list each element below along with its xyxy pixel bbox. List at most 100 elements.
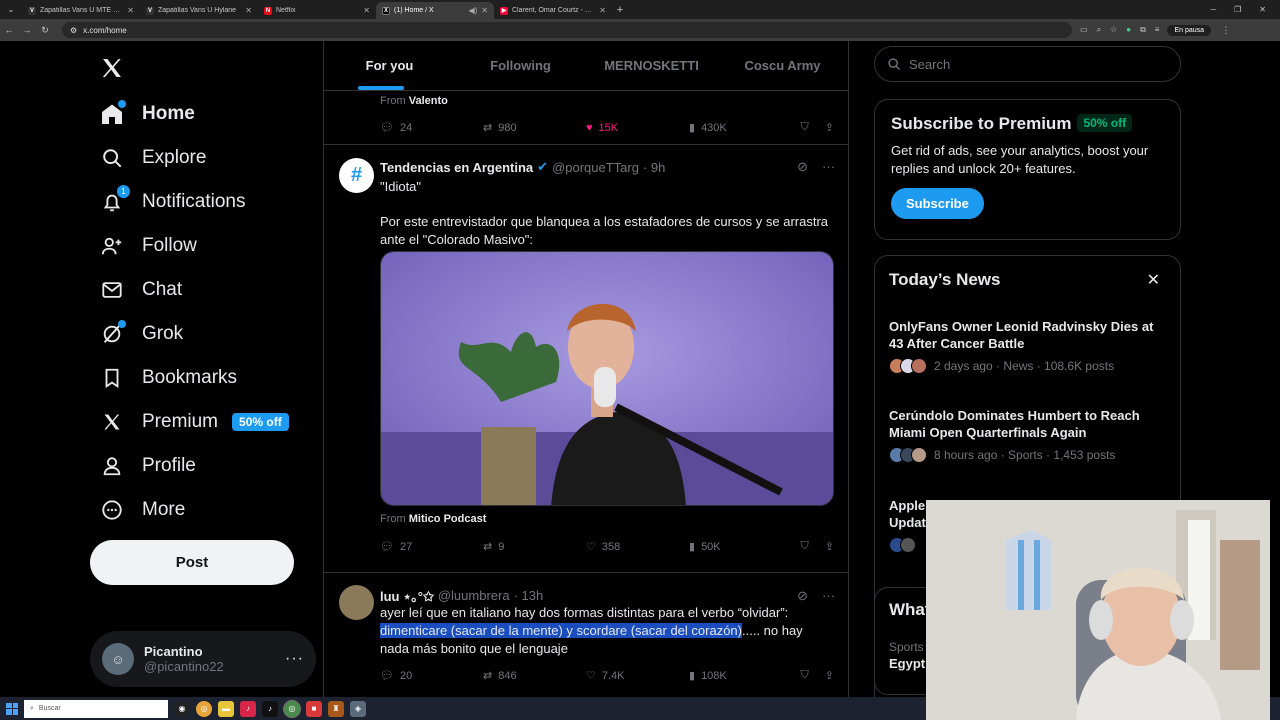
- restore-icon[interactable]: ❐: [1234, 5, 1241, 14]
- bookmark-icon[interactable]: ⛉: [801, 540, 809, 553]
- close-icon[interactable]: ✕: [1147, 270, 1160, 290]
- subscribe-button[interactable]: Subscribe: [891, 188, 984, 219]
- grok-icon[interactable]: ⊘: [797, 159, 808, 175]
- minimize-icon[interactable]: ─: [1210, 5, 1216, 14]
- views-button[interactable]: ▮ 108K: [689, 669, 792, 683]
- tweet-video[interactable]: [380, 251, 834, 506]
- share-icon[interactable]: ⇪: [825, 540, 834, 553]
- like-button[interactable]: ♥ 15K: [586, 122, 689, 134]
- reply-button[interactable]: 💬︎ 24: [380, 121, 483, 135]
- bookmark-icon[interactable]: ⛉: [801, 669, 809, 682]
- chrome-icon[interactable]: ◎: [283, 699, 301, 718]
- close-icon[interactable]: ✕: [363, 6, 370, 15]
- cast-icon[interactable]: ▭: [1080, 25, 1088, 35]
- browser-tab[interactable]: ▶ Clarent, Omar Courtz - Scat Pack ✕: [494, 2, 612, 19]
- folder-icon[interactable]: ▬: [218, 700, 234, 717]
- views-button[interactable]: ▮ 430K: [689, 121, 792, 135]
- back-icon[interactable]: ←: [0, 25, 18, 35]
- chrome-icon[interactable]: ◎: [196, 700, 212, 717]
- like-button[interactable]: ♡ 358: [586, 540, 689, 554]
- more-icon[interactable]: ···: [822, 588, 835, 604]
- new-tab-icon[interactable]: +: [612, 4, 628, 16]
- from-name[interactable]: Mitico Podcast: [409, 513, 487, 525]
- nav-home[interactable]: Home: [100, 94, 195, 134]
- views-button[interactable]: ▮ 50K: [689, 540, 792, 554]
- close-icon[interactable]: ✕: [599, 6, 606, 15]
- app-icon[interactable]: ■: [306, 700, 322, 717]
- tab-search-icon[interactable]: ⌄: [0, 5, 22, 14]
- nav-bookmarks[interactable]: Bookmarks: [100, 358, 237, 398]
- trend-topic[interactable]: Egypt: [889, 656, 925, 671]
- address-bar[interactable]: ⚙ x.com/home: [62, 22, 1072, 38]
- more-icon[interactable]: ···: [822, 159, 835, 175]
- tweet[interactable]: luu ⋆｡°✩ @luumbrera · 13h ⊘ ··· ayer leí …: [324, 573, 848, 697]
- site-info-icon[interactable]: ⚙: [70, 26, 77, 35]
- close-icon[interactable]: ✕: [127, 6, 134, 15]
- zoom-icon[interactable]: ⌕: [1097, 25, 1101, 35]
- media-icon[interactable]: ≡: [1155, 25, 1160, 35]
- avatar[interactable]: [339, 585, 374, 620]
- share-icon[interactable]: ⇪: [825, 121, 834, 134]
- tiktok-icon[interactable]: ♪: [262, 700, 278, 717]
- taskbar-search-input[interactable]: ⌕ Buscar: [24, 699, 168, 718]
- nav-chat[interactable]: Chat: [100, 270, 182, 310]
- windows-start-icon[interactable]: [6, 702, 18, 715]
- account-switcher[interactable]: ☺ Picantino @picantino22 ···: [90, 631, 316, 687]
- post-button[interactable]: Post: [90, 540, 294, 585]
- share-icon[interactable]: ⇪: [825, 669, 834, 682]
- tab-for-you[interactable]: For you: [324, 41, 455, 90]
- reload-icon[interactable]: ↻: [36, 25, 54, 36]
- like-button[interactable]: ♡ 7.4K: [586, 669, 689, 683]
- nav-notifications[interactable]: 1 Notifications: [100, 182, 246, 222]
- menu-icon[interactable]: ⋮: [1217, 25, 1235, 36]
- hashtag-avatar[interactable]: #: [339, 158, 374, 193]
- bookmark-icon[interactable]: ⛉: [801, 121, 809, 134]
- reply-button[interactable]: 💬︎ 27: [380, 540, 483, 554]
- nav-premium[interactable]: Premium 50% off: [100, 402, 289, 442]
- nav-follow[interactable]: Follow: [100, 226, 197, 266]
- browser-tab-active[interactable]: X (1) Home / X ◀) ✕: [376, 2, 494, 19]
- star-icon[interactable]: ☆: [1110, 25, 1117, 35]
- tweet-previous[interactable]: From Valento 💬︎ 24 ⇄ 980 ♥ 15K ▮ 430K ⛉ ⇪: [324, 91, 848, 145]
- tweet[interactable]: # Tendencias en Argentina ✔ @porqueTTarg…: [324, 145, 848, 573]
- repost-button[interactable]: ⇄ 980: [483, 121, 586, 135]
- repost-button[interactable]: ⇄ 9: [483, 540, 586, 554]
- author-handle[interactable]: @luumbrera: [438, 588, 510, 603]
- news-item[interactable]: Cerúndolo Dominates Humbert to Reach Mia…: [889, 407, 1169, 463]
- forward-icon[interactable]: →: [18, 25, 36, 35]
- search-input[interactable]: Search: [874, 46, 1181, 82]
- x-logo-icon[interactable]: [100, 55, 124, 87]
- profile-paused-chip[interactable]: En pausa: [1167, 24, 1212, 36]
- repost-button[interactable]: ⇄ 846: [483, 669, 586, 683]
- app-icon[interactable]: ◈: [350, 700, 366, 717]
- nav-grok[interactable]: Grok: [100, 314, 183, 354]
- author-name[interactable]: luu ⋆｡°✩: [380, 586, 434, 605]
- tiktok-live-icon[interactable]: ♪: [240, 700, 256, 717]
- more-icon[interactable]: ···: [285, 650, 304, 668]
- close-icon[interactable]: ✕: [245, 6, 252, 15]
- tweet-time[interactable]: · 13h: [514, 588, 544, 603]
- grok-icon[interactable]: ⊘: [797, 588, 808, 604]
- tab-following[interactable]: Following: [455, 41, 586, 90]
- news-item[interactable]: OnlyFans Owner Leonid Radvinsky Dies at …: [889, 318, 1169, 374]
- nav-explore[interactable]: Explore: [100, 138, 206, 178]
- browser-tab[interactable]: V Zapatillas Vans U MTE Ultrarange ✕: [22, 2, 140, 19]
- extension-icon[interactable]: ●: [1126, 25, 1131, 35]
- tab-mernosketti[interactable]: MERNOSKETTI: [586, 41, 717, 90]
- reply-button[interactable]: 💬︎ 20: [380, 669, 483, 683]
- author-handle[interactable]: @porqueTTarg: [552, 160, 639, 175]
- puzzle-icon[interactable]: ⧉: [1140, 25, 1146, 35]
- app-icon[interactable]: ♜: [328, 700, 344, 717]
- nav-more[interactable]: More: [100, 490, 185, 530]
- tweet-time[interactable]: · 9h: [643, 160, 665, 175]
- author-name[interactable]: Tendencias en Argentina: [380, 160, 533, 175]
- tab-coscu-army[interactable]: Coscu Army: [717, 41, 848, 90]
- browser-tab[interactable]: V Zapatillas Vans U Hylane ✕: [140, 2, 258, 19]
- close-icon[interactable]: ✕: [481, 6, 488, 15]
- browser-tab[interactable]: N Netflix ✕: [258, 2, 376, 19]
- nav-profile[interactable]: Profile: [100, 446, 196, 486]
- from-name[interactable]: Valento: [409, 95, 448, 107]
- obs-icon[interactable]: ◉: [174, 700, 190, 717]
- audio-icon[interactable]: ◀): [468, 6, 477, 15]
- close-window-icon[interactable]: ✕: [1259, 5, 1266, 14]
